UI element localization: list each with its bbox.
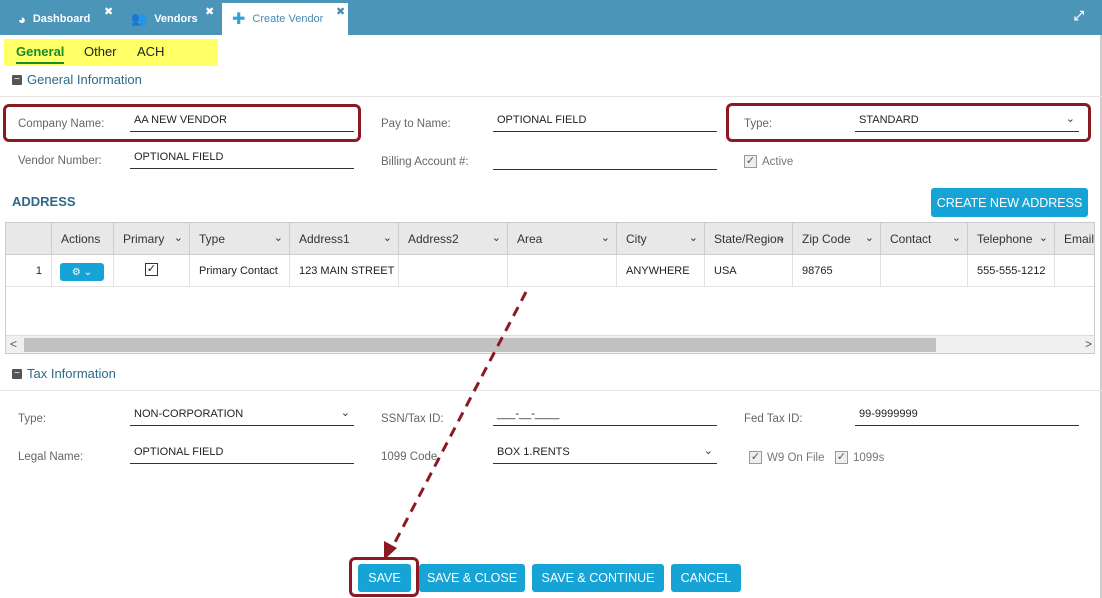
annotation-arrow	[384, 291, 528, 560]
